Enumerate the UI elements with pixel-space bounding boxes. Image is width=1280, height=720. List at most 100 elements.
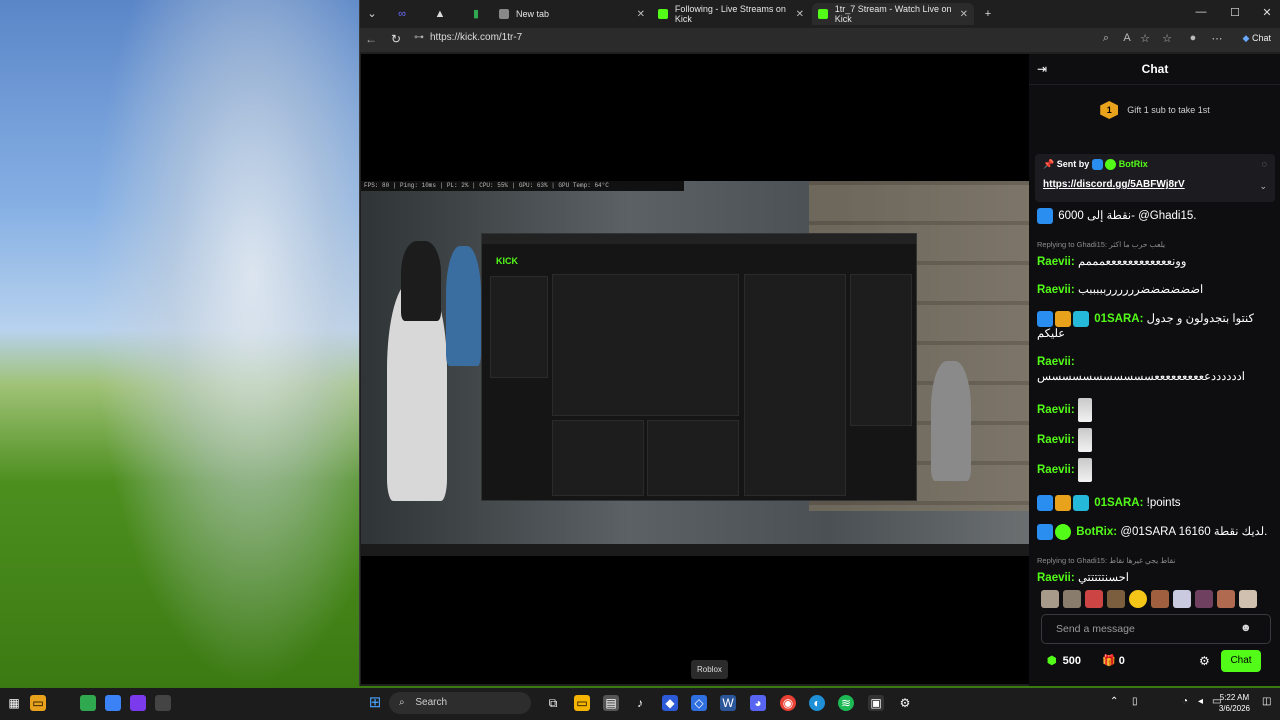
url-input[interactable]: https://kick.com/1tr-7 — [430, 32, 522, 43]
emoji-picker-icon[interactable]: ☻ — [1240, 622, 1252, 634]
workspaces-icon[interactable]: ∞ — [394, 6, 410, 22]
tray-icon[interactable]: ▯ — [1132, 696, 1138, 707]
chat-username[interactable]: 01SARA — [1094, 497, 1139, 509]
send-chat-button[interactable]: Chat — [1221, 650, 1261, 672]
new-tab-plus-icon[interactable]: + — [980, 6, 996, 22]
emote-button[interactable] — [1195, 590, 1213, 608]
pinned-username[interactable]: BotRix — [1119, 159, 1148, 169]
file-explorer-icon[interactable]: ▭ — [574, 695, 590, 711]
discord-icon[interactable]: ◕ — [750, 695, 766, 711]
copilot-icon[interactable]: ◆ — [662, 695, 678, 711]
chat-username[interactable]: Raevii — [1037, 256, 1071, 268]
emote-button[interactable] — [1063, 590, 1081, 608]
gear-icon[interactable]: ⚙ — [1199, 654, 1210, 668]
chat-username[interactable]: Raevii — [1037, 464, 1071, 476]
emote-button[interactable] — [1041, 590, 1059, 608]
inner-activity-feed — [552, 420, 644, 496]
chat-username[interactable]: Raevii — [1037, 284, 1071, 296]
tab-following[interactable]: Following - Live Streams on Kick ✕ — [652, 3, 810, 25]
minimize-icon[interactable]: — — [1192, 6, 1210, 18]
tab-actions-icon[interactable]: ⌄ — [364, 6, 380, 22]
channel-points[interactable]: ⬢ 500 — [1047, 654, 1081, 667]
chat-message: 01SARA: كنتوا بتجدولون و جدول عليكم — [1037, 311, 1275, 342]
gift-text: Gift 1 sub to take 1st — [1127, 105, 1210, 115]
volume-icon[interactable]: ◂ — [1198, 696, 1203, 707]
taskbar-search[interactable]: ⌕ Search — [389, 692, 531, 714]
wifi-icon[interactable]: ◔ — [1182, 696, 1188, 707]
profile-avatar-icon[interactable]: ● — [1184, 32, 1202, 44]
maximize-icon[interactable]: ☐ — [1226, 6, 1244, 19]
close-window-icon[interactable]: ✕ — [1258, 6, 1276, 19]
search-icon: ⌕ — [399, 697, 405, 708]
start-windows-icon[interactable]: ⊞ — [367, 695, 383, 711]
pinned-tab-sheet-icon[interactable]: ▮ — [468, 6, 484, 22]
emote-button[interactable] — [1107, 590, 1125, 608]
tab-stream[interactable]: 1tr_7 Stream - Watch Live on Kick ✕ — [812, 3, 974, 25]
chat-message: Raevii: — [1037, 398, 1275, 423]
chevron-down-icon[interactable]: ⌄ — [1259, 181, 1267, 192]
emote-button[interactable] — [1217, 590, 1235, 608]
favorites-icon[interactable]: ☆ — [1158, 32, 1176, 45]
chat-username[interactable]: Raevii — [1037, 404, 1071, 416]
chat-message: Raevii: — [1037, 428, 1275, 453]
pinned-tab-icon[interactable]: ▲ — [432, 6, 448, 22]
emote-button[interactable] — [1085, 590, 1103, 608]
chat-username[interactable]: BotRix — [1076, 526, 1113, 538]
emote-button[interactable] — [1151, 590, 1169, 608]
chat-username[interactable]: Raevii — [1037, 572, 1071, 584]
app-icon[interactable]: ▣ — [868, 695, 884, 711]
chat-message: BotRix: @01SARA 16160 لديك نقطة. — [1037, 524, 1275, 541]
edge-icon[interactable]: ◐ — [809, 695, 825, 711]
refresh-icon[interactable]: ↻ — [387, 32, 405, 46]
chat-badge — [1037, 495, 1053, 512]
video-player[interactable]: FPS: 80 | Ping: 10ms | PL: 2% | CPU: 55%… — [361, 54, 1029, 684]
chrome-icon[interactable]: ◉ — [780, 695, 796, 711]
gift-counter[interactable]: 🎁 0 — [1102, 654, 1125, 667]
app-icon[interactable] — [130, 695, 146, 711]
read-aloud-icon[interactable]: A — [1118, 32, 1136, 44]
close-icon[interactable]: ✕ — [960, 9, 968, 20]
app-icon[interactable] — [155, 695, 171, 711]
kick-icon — [658, 9, 668, 19]
close-icon[interactable]: ✕ — [637, 9, 645, 20]
chat-message: Raevii: اضضضضضضرررررربببببب — [1037, 284, 1204, 297]
app-icon[interactable] — [80, 695, 96, 711]
copilot-chat-button[interactable]: ◆ Chat — [1243, 33, 1271, 44]
app-icon[interactable] — [105, 695, 121, 711]
word-icon[interactable]: W — [720, 695, 736, 711]
tab-new-tab[interactable]: New tab ✕ — [493, 3, 651, 25]
windows-tile-icon[interactable]: ▦ — [6, 695, 22, 711]
emote-button[interactable] — [1239, 590, 1257, 608]
tray-chevron-icon[interactable]: ⌃ — [1110, 696, 1118, 707]
emote-button[interactable] — [1173, 590, 1191, 608]
site-info-icon[interactable]: ⊶ — [410, 32, 428, 43]
emote-button[interactable] — [1129, 590, 1147, 608]
gift-sub-banner[interactable]: 1 Gift 1 sub to take 1st — [1029, 85, 1280, 135]
hide-pin-icon[interactable]: ◌ — [1262, 159, 1267, 169]
tiktok-icon[interactable]: ♪ — [632, 695, 648, 711]
store-icon[interactable]: ▤ — [603, 695, 619, 711]
notifications-icon[interactable]: ◫ — [1262, 696, 1271, 707]
chat-header: ⇥ Chat — [1029, 54, 1280, 85]
inner-stream-info — [850, 274, 912, 426]
task-view-icon[interactable]: ⧉ — [545, 695, 561, 711]
roblox-icon[interactable]: ◇ — [691, 695, 707, 711]
avatar-character — [931, 361, 971, 481]
chat-username[interactable]: Raevii — [1037, 356, 1071, 368]
back-icon[interactable]: ← — [362, 32, 380, 46]
system-clock[interactable]: 5:22 AM 3/6/2026 — [1219, 692, 1250, 714]
chat-username[interactable]: 01SARA — [1094, 313, 1139, 325]
pinned-sender: 📌 Sent by BotRix — [1043, 159, 1148, 171]
more-menu-icon[interactable]: ⋯ — [1208, 32, 1226, 45]
spotify-icon[interactable]: ≋ — [838, 695, 854, 711]
zoom-icon[interactable]: ⌕ — [1097, 32, 1115, 45]
favorite-star-icon[interactable]: ☆ — [1136, 32, 1154, 45]
settings-app-icon[interactable]: ⚙ — [897, 695, 913, 711]
pinned-link[interactable]: https://discord.gg/5ABFWj8rV — [1043, 179, 1185, 190]
tab-label: Following - Live Streams on Kick — [674, 4, 786, 24]
emote-image — [1077, 458, 1092, 483]
chat-message-input[interactable]: Send a message — [1041, 614, 1271, 644]
folder-icon[interactable]: ▭ — [30, 695, 46, 711]
chat-username[interactable]: Raevii — [1037, 434, 1071, 446]
close-icon[interactable]: ✕ — [796, 9, 804, 20]
